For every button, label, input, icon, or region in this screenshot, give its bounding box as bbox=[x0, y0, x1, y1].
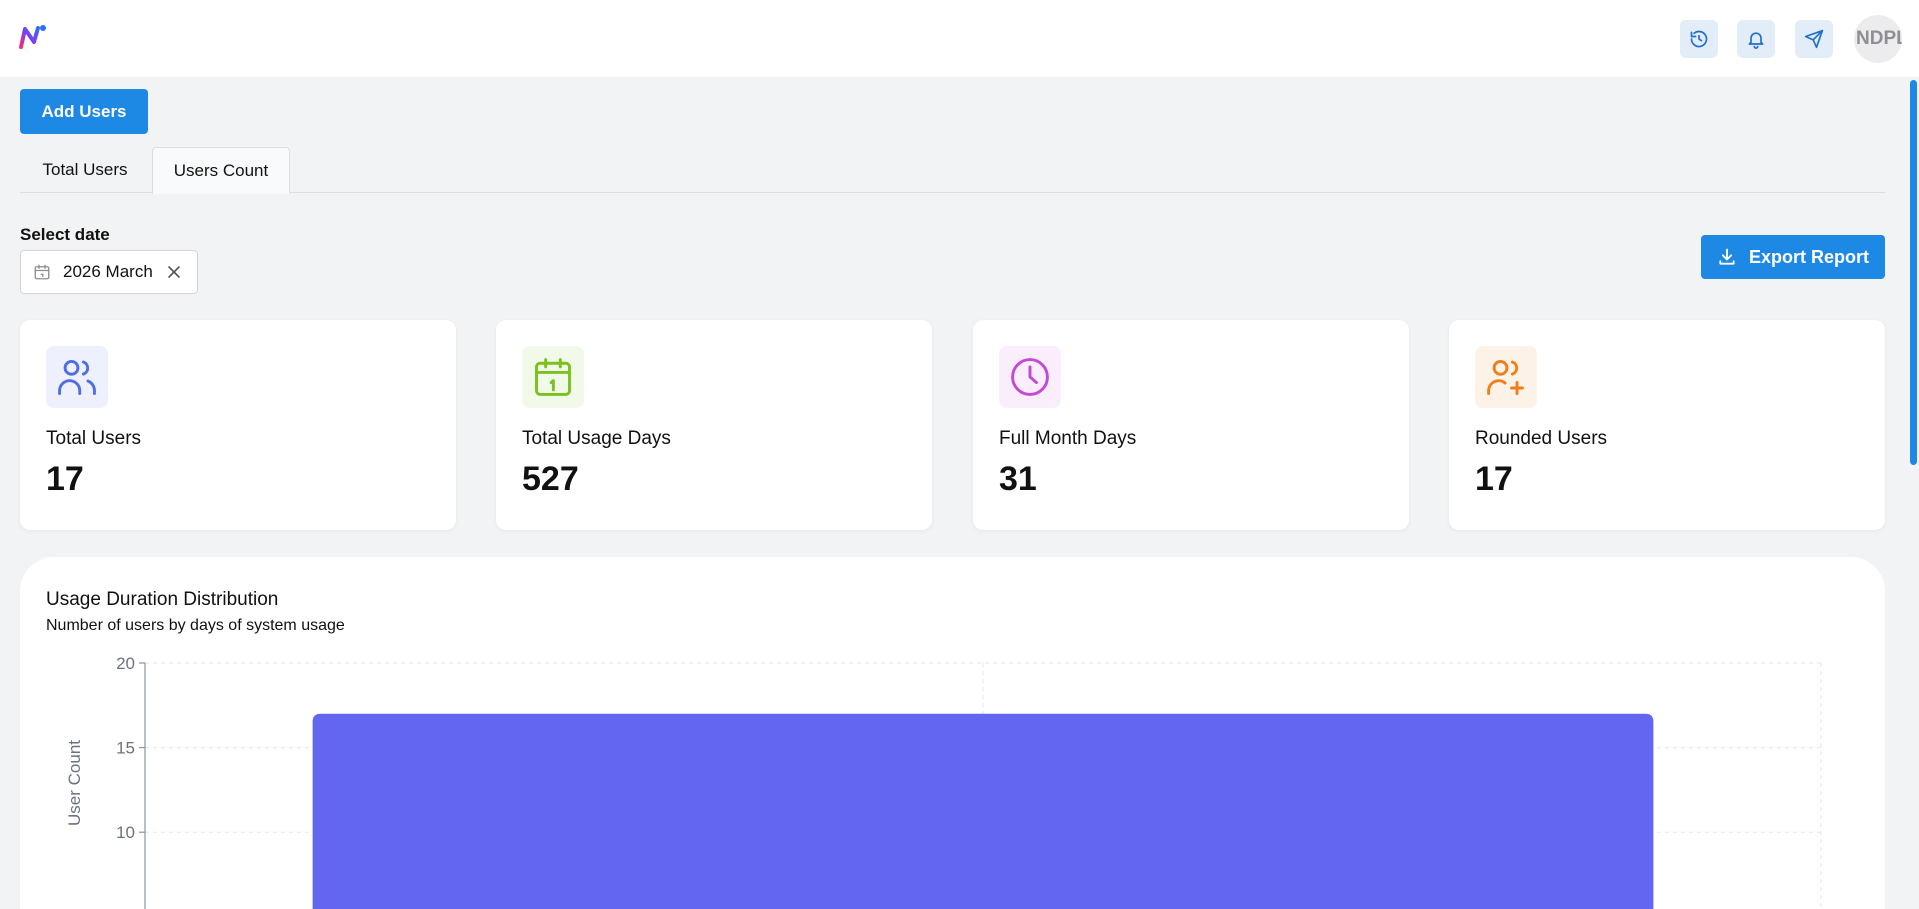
y-axis-label: User Count bbox=[65, 740, 84, 826]
stat-card-total-users: Total Users 17 bbox=[20, 320, 456, 530]
y-tick-label: 10 bbox=[116, 823, 135, 842]
users-icon bbox=[58, 359, 96, 395]
stat-icon-box bbox=[1475, 346, 1537, 408]
usage-distribution-panel: Usage Duration Distribution Number of us… bbox=[20, 557, 1885, 909]
bar bbox=[312, 713, 1654, 909]
stat-title: Total Usage Days bbox=[522, 428, 671, 449]
stat-card-full-month-days: Full Month Days 31 bbox=[973, 320, 1409, 530]
stat-value: 527 bbox=[522, 460, 579, 498]
stat-title: Total Users bbox=[46, 428, 142, 449]
user-plus-icon bbox=[1487, 359, 1524, 395]
brand-n-logo-icon[interactable] bbox=[18, 24, 48, 50]
scrollbar-thumb[interactable] bbox=[1910, 80, 1917, 465]
month-picker[interactable]: 2026 March bbox=[20, 250, 198, 294]
send-button[interactable] bbox=[1795, 20, 1833, 58]
avatar[interactable]: NDPL bbox=[1854, 15, 1902, 63]
tab-total-users[interactable]: Total Users bbox=[20, 147, 150, 193]
clock-icon bbox=[1011, 358, 1049, 396]
tab-bar: Total Users Users Count bbox=[20, 147, 1885, 194]
date-label: Select date bbox=[20, 225, 110, 244]
download-icon bbox=[1719, 248, 1735, 265]
calendar-small-icon bbox=[34, 264, 50, 280]
stat-icon-box bbox=[46, 346, 108, 408]
month-picker-value: 2026 March bbox=[63, 262, 153, 281]
export-report-button[interactable]: Export Report bbox=[1701, 235, 1885, 279]
stat-value: 17 bbox=[1475, 460, 1513, 498]
close-icon[interactable] bbox=[167, 265, 181, 279]
stat-card-rounded-users: Rounded Users 17 bbox=[1449, 320, 1885, 530]
calendar-icon bbox=[535, 358, 571, 396]
bell-icon bbox=[1748, 32, 1764, 49]
usage-bar-chart: 5101520User Count bbox=[65, 654, 1822, 909]
notifications-button[interactable] bbox=[1737, 20, 1775, 58]
y-tick-label: 20 bbox=[116, 654, 135, 673]
y-tick-label: 15 bbox=[116, 739, 135, 758]
add-users-button[interactable]: Add Users bbox=[20, 89, 148, 134]
stat-title: Full Month Days bbox=[999, 428, 1137, 449]
stat-value: 17 bbox=[46, 460, 84, 498]
stat-icon-box bbox=[999, 346, 1061, 408]
history-button[interactable] bbox=[1680, 20, 1718, 58]
history-icon bbox=[1690, 30, 1708, 48]
send-icon bbox=[1804, 29, 1824, 49]
avatar-text: NDPL bbox=[1856, 28, 1902, 49]
stat-card-total-usage-days: Total Usage Days 527 bbox=[496, 320, 932, 530]
stat-icon-box bbox=[522, 346, 584, 408]
stat-value: 31 bbox=[999, 460, 1037, 498]
export-report-label: Export Report bbox=[1748, 246, 1869, 267]
tab-users-count[interactable]: Users Count bbox=[152, 147, 290, 194]
stat-title: Rounded Users bbox=[1475, 428, 1608, 449]
top-bar: NDPL bbox=[0, 0, 1919, 77]
